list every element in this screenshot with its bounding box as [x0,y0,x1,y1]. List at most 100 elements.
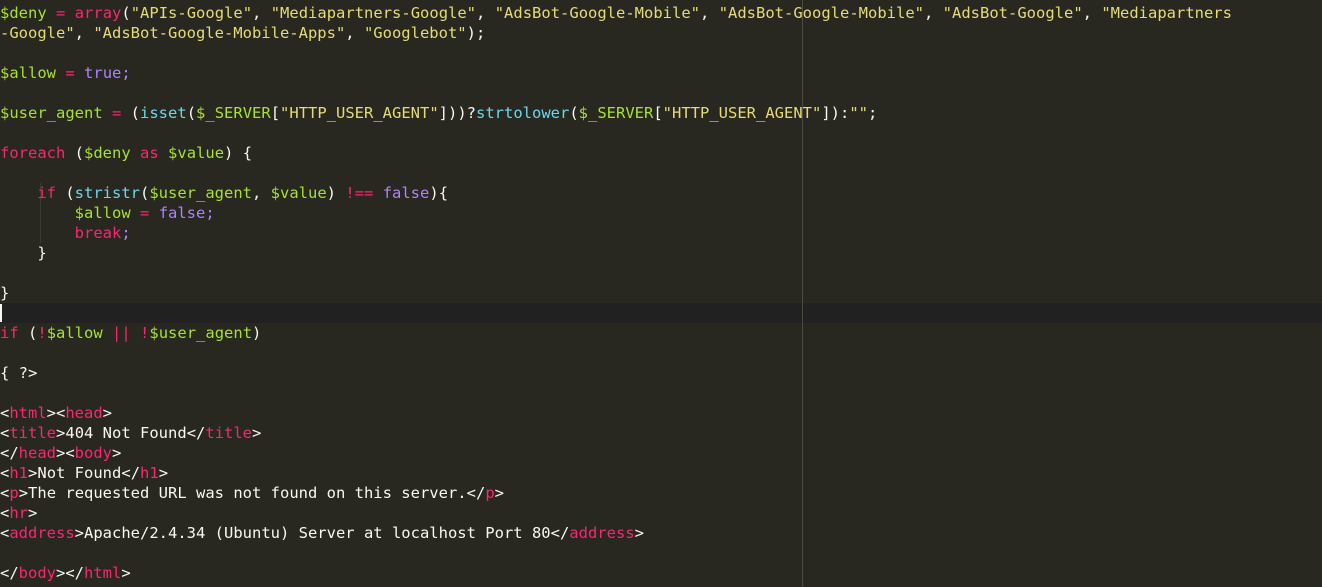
code-line[interactable]: { ?> [0,363,1322,383]
code-token-punc: > [158,464,169,482]
code-token-punc: </ [550,524,570,542]
text-caret [0,304,2,322]
code-token-kw: if [0,324,19,342]
code-token-str: "Mediapartners [1101,4,1232,22]
code-token-punc: ( [65,144,84,162]
code-token-str: "" [849,104,868,122]
code-line[interactable]: } [0,283,1322,303]
code-token-tag: head [18,444,56,462]
code-line[interactable]: $user_agent = (isset($_SERVER["HTTP_USER… [0,103,1322,123]
code-token-punc: </ [0,444,19,462]
code-token-punc: > [252,424,262,442]
code-token-tag: body [74,444,112,462]
code-token-punc: < [0,484,10,502]
code-token-punc: , [252,184,271,202]
code-token-punc: > [28,504,38,522]
code-line[interactable]: <p>The requested URL was not found on th… [0,483,1322,503]
code-editor[interactable]: $deny = array("APIs-Google", "Mediapartn… [0,0,1322,587]
code-line[interactable]: <html><head> [0,403,1322,423]
code-line[interactable] [0,383,1322,403]
code-line[interactable]: $allow = true; [0,63,1322,83]
code-token-fn: stristr [74,184,140,202]
code-token-punc: , [924,4,943,22]
code-token-var: $user_agent [149,324,253,342]
code-line[interactable]: </head><body> [0,443,1322,463]
code-token-var: $value [270,184,327,202]
code-line[interactable]: -Google", "AdsBot-Google-Mobile-Apps", "… [0,23,1322,43]
code-line[interactable]: </body></html> [0,563,1322,583]
code-token-kw: break [74,224,122,242]
code-line[interactable]: if (!$allow || !$user_agent) [0,323,1322,343]
code-token-op: = [112,104,122,122]
code-token-plain: The requested URL was not found on this … [28,484,467,502]
code-token-tag: p [9,484,19,502]
code-token-punc: ( [56,184,75,202]
code-token-plain: Not Found [37,464,122,482]
code-line[interactable] [0,543,1322,563]
code-line[interactable]: <h1>Not Found</h1> [0,463,1322,483]
code-token-const: ; [121,64,131,82]
code-line[interactable]: <hr> [0,503,1322,523]
code-line[interactable] [0,83,1322,103]
code-line[interactable] [0,123,1322,143]
code-token-punc: ( [121,4,131,22]
code-token-tag: title [205,424,253,442]
code-token-tag: html [84,564,122,582]
code-token-kw: foreach [0,144,66,162]
code-token-punc: > [28,464,38,482]
code-line[interactable] [0,163,1322,183]
code-token-var: $deny [0,4,47,22]
code-line[interactable] [0,303,1322,323]
code-token-var: $value [168,144,225,162]
code-token-punc: < [0,404,10,422]
code-token-punc: > [74,524,85,542]
code-line[interactable]: <title>404 Not Found</title> [0,423,1322,443]
code-token-tag: html [9,404,47,422]
code-line[interactable]: <address>Apache/2.4.34 (Ubuntu) Server a… [0,523,1322,543]
code-token-punc: ]): [821,104,850,122]
code-token-op: || [112,324,131,342]
code-line[interactable]: break; [0,223,1322,243]
code-line[interactable] [0,263,1322,283]
code-token-punc: > [102,404,113,422]
code-token-kw: if [37,184,56,202]
code-line[interactable]: } [0,243,1322,263]
code-text-area[interactable]: $deny = array("APIs-Google", "Mediapartn… [0,0,1322,583]
code-token-punc: } [0,244,47,262]
code-line[interactable]: $allow = false; [0,203,1322,223]
code-line[interactable] [0,43,1322,63]
code-token-punc: , [1082,4,1102,22]
code-token-op: ! [37,324,47,342]
code-token-punc: </ [0,564,19,582]
code-token-punc: [ [270,104,281,122]
code-token-punc: ( [18,324,38,342]
code-token-punc: ) [252,324,262,342]
code-token-op: = [56,4,66,22]
code-token-tag: head [65,404,103,422]
code-token-punc: >< [46,404,66,422]
code-token-str: -Google" [0,24,75,42]
code-token-punc: < [0,504,10,522]
code-token-str: "Googlebot" [363,24,467,42]
code-token-punc: , [74,24,94,42]
code-line[interactable]: if (stristr($user_agent, $value) !== fal… [0,183,1322,203]
code-line[interactable]: foreach ($deny as $value) { [0,143,1322,163]
code-line[interactable]: $deny = array("APIs-Google", "Mediapartn… [0,3,1322,23]
code-line[interactable] [0,343,1322,363]
code-token-punc: ( [186,104,197,122]
code-token-var: $user_agent [149,184,252,202]
code-token-punc: ( [569,104,579,122]
code-token-var: $deny [84,144,131,162]
code-token-punc: </ [466,484,486,502]
code-token-punc: </ [121,464,141,482]
code-token-punc: > [634,524,644,542]
code-token-tag: hr [9,504,29,522]
code-token-kw: array [74,4,122,22]
code-token-const: ; [121,224,131,242]
